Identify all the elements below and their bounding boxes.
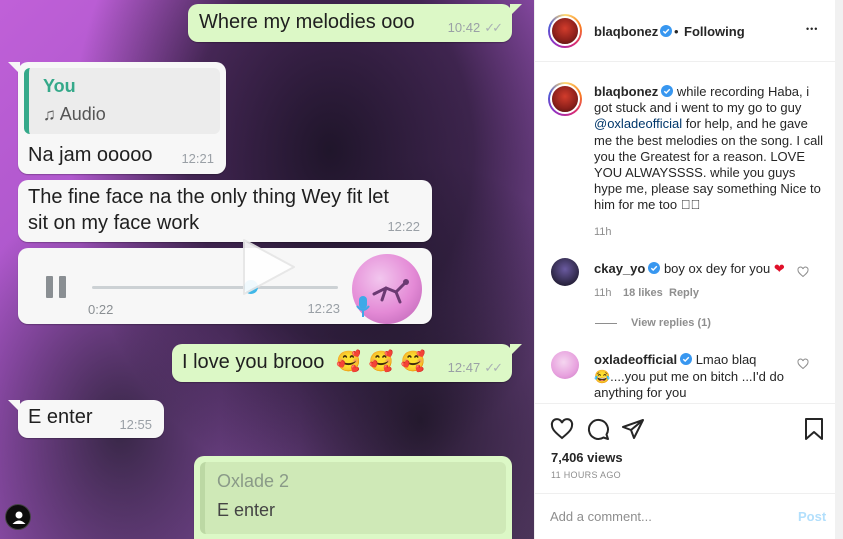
avatar[interactable] [551, 258, 579, 286]
user-icon [12, 511, 26, 524]
message-time: 12:22 [387, 219, 420, 234]
message-time: 10:42 ✓✓ [447, 20, 503, 35]
comment-age: 11h [594, 287, 612, 299]
comment: ckay_yo boy ox dey for you ❤ 11h 18 like… [535, 252, 836, 342]
caption-username[interactable]: blaqbonez [594, 84, 658, 99]
following-button[interactable]: Following [684, 24, 745, 39]
caption-age: 11h [594, 226, 612, 238]
post-comment-button[interactable]: Post [798, 509, 826, 524]
message-time: 12:55 [119, 417, 152, 432]
audio-elapsed: 0:22 [88, 302, 114, 317]
quoted-audio: ♫ Audio [43, 104, 106, 124]
divider [595, 323, 617, 324]
scrollbar[interactable] [835, 0, 843, 539]
more-options-icon[interactable]: ••• [806, 24, 818, 34]
comment-username[interactable]: ckay_yo [594, 261, 645, 276]
message-text: The fine face na the only thing Wey fit … [28, 186, 389, 208]
audio-progress-track[interactable] [92, 286, 338, 289]
post-author-username[interactable]: blaqbonez [594, 24, 658, 39]
post-caption: blaqbonez while recording Haba, i got st… [594, 84, 824, 214]
chat-bubble-outgoing: Where my melodies ooo 10:42 ✓✓ [188, 4, 522, 42]
tagged-user-button[interactable] [5, 504, 31, 530]
save-icon[interactable] [802, 417, 826, 441]
voice-message: 0:22 12:23 [18, 248, 432, 324]
chat-bubble-incoming: You ♫ Audio Na jam ooooo 12:21 [8, 62, 226, 174]
verified-badge-icon [661, 85, 674, 97]
message-time: 12:21 [181, 151, 214, 166]
comment-likes[interactable]: 18 likes [623, 287, 663, 299]
music-note-icon: ♫ [43, 105, 56, 124]
view-count[interactable]: 7,406 views [551, 450, 623, 465]
quoted-author: You [43, 76, 76, 96]
like-comment-icon[interactable] [797, 358, 809, 370]
avatar[interactable] [551, 351, 579, 379]
verified-badge-icon [680, 353, 693, 365]
add-comment-bar: Add a comment... Post [535, 493, 836, 539]
message-text: Where my melodies ooo [199, 11, 415, 33]
reply-button[interactable]: Reply [669, 287, 699, 299]
quoted-message: Oxlade 2 E enter [200, 462, 506, 534]
message-time: 12:23 [307, 301, 340, 316]
view-replies-button[interactable]: View replies (1) [631, 317, 711, 329]
comment-icon[interactable] [586, 417, 610, 441]
like-icon[interactable] [550, 417, 574, 441]
post-details-panel: blaqbonez • Following ••• blaqbonez whil… [534, 0, 836, 539]
comment-input[interactable]: Add a comment... [550, 509, 652, 524]
comment-text: anything for you [594, 385, 687, 400]
play-icon[interactable] [236, 236, 298, 298]
comment-username[interactable]: oxladeofficial [594, 352, 677, 367]
quoted-message: You ♫ Audio [24, 68, 220, 134]
separator-dot: • [674, 24, 679, 39]
read-ticks-icon: ✓✓ [484, 360, 503, 375]
verified-badge-icon [648, 262, 661, 274]
comment: oxladeofficial Lmao blaq 😂....you put me… [535, 346, 836, 402]
pause-icon[interactable] [46, 276, 68, 298]
post-header: blaqbonez • Following ••• [535, 0, 836, 62]
chat-bubble-outgoing: I love you brooo 🥰 🥰 🥰 12:47 ✓✓ [172, 344, 522, 382]
chat-bubble-outgoing: Oxlade 2 E enter [194, 456, 512, 539]
message-time: 12:47 ✓✓ [447, 360, 503, 375]
quoted-author: Oxlade 2 [217, 471, 290, 491]
like-comment-icon[interactable] [797, 266, 809, 278]
mention-link[interactable]: @oxladeofficial [594, 116, 682, 131]
post-actions: 7,406 views 11 HOURS AGO [535, 403, 836, 495]
share-icon[interactable] [621, 417, 645, 441]
read-ticks-icon: ✓✓ [484, 20, 503, 35]
avatar[interactable] [548, 14, 582, 48]
comment-text: boy ox dey for you [663, 261, 771, 276]
post-timestamp: 11 HOURS AGO [551, 470, 621, 480]
message-text: sit on my face work [28, 212, 200, 234]
microphone-icon [356, 296, 370, 317]
chat-bubble-incoming: The fine face na the only thing Wey fit … [18, 180, 432, 242]
comment-text: 😂....you put me on bitch ...I'd do [594, 368, 784, 384]
red-heart-emoji: ❤ [773, 261, 785, 276]
avatar[interactable] [548, 82, 582, 116]
quoted-text: E enter [217, 500, 276, 520]
hearts-face-emoji: 🥰 🥰 🥰 [336, 351, 427, 373]
post-media[interactable]: Where my melodies ooo 10:42 ✓✓ You ♫ Audi… [0, 0, 534, 539]
message-text: Na jam ooooo [28, 144, 153, 166]
chat-bubble-incoming: E enter 12:55 [8, 400, 164, 438]
message-text: E enter [28, 406, 93, 428]
comment-text: Lmao blaq [695, 352, 757, 367]
message-text: I love you brooo [182, 351, 325, 373]
verified-badge-icon [660, 25, 672, 37]
